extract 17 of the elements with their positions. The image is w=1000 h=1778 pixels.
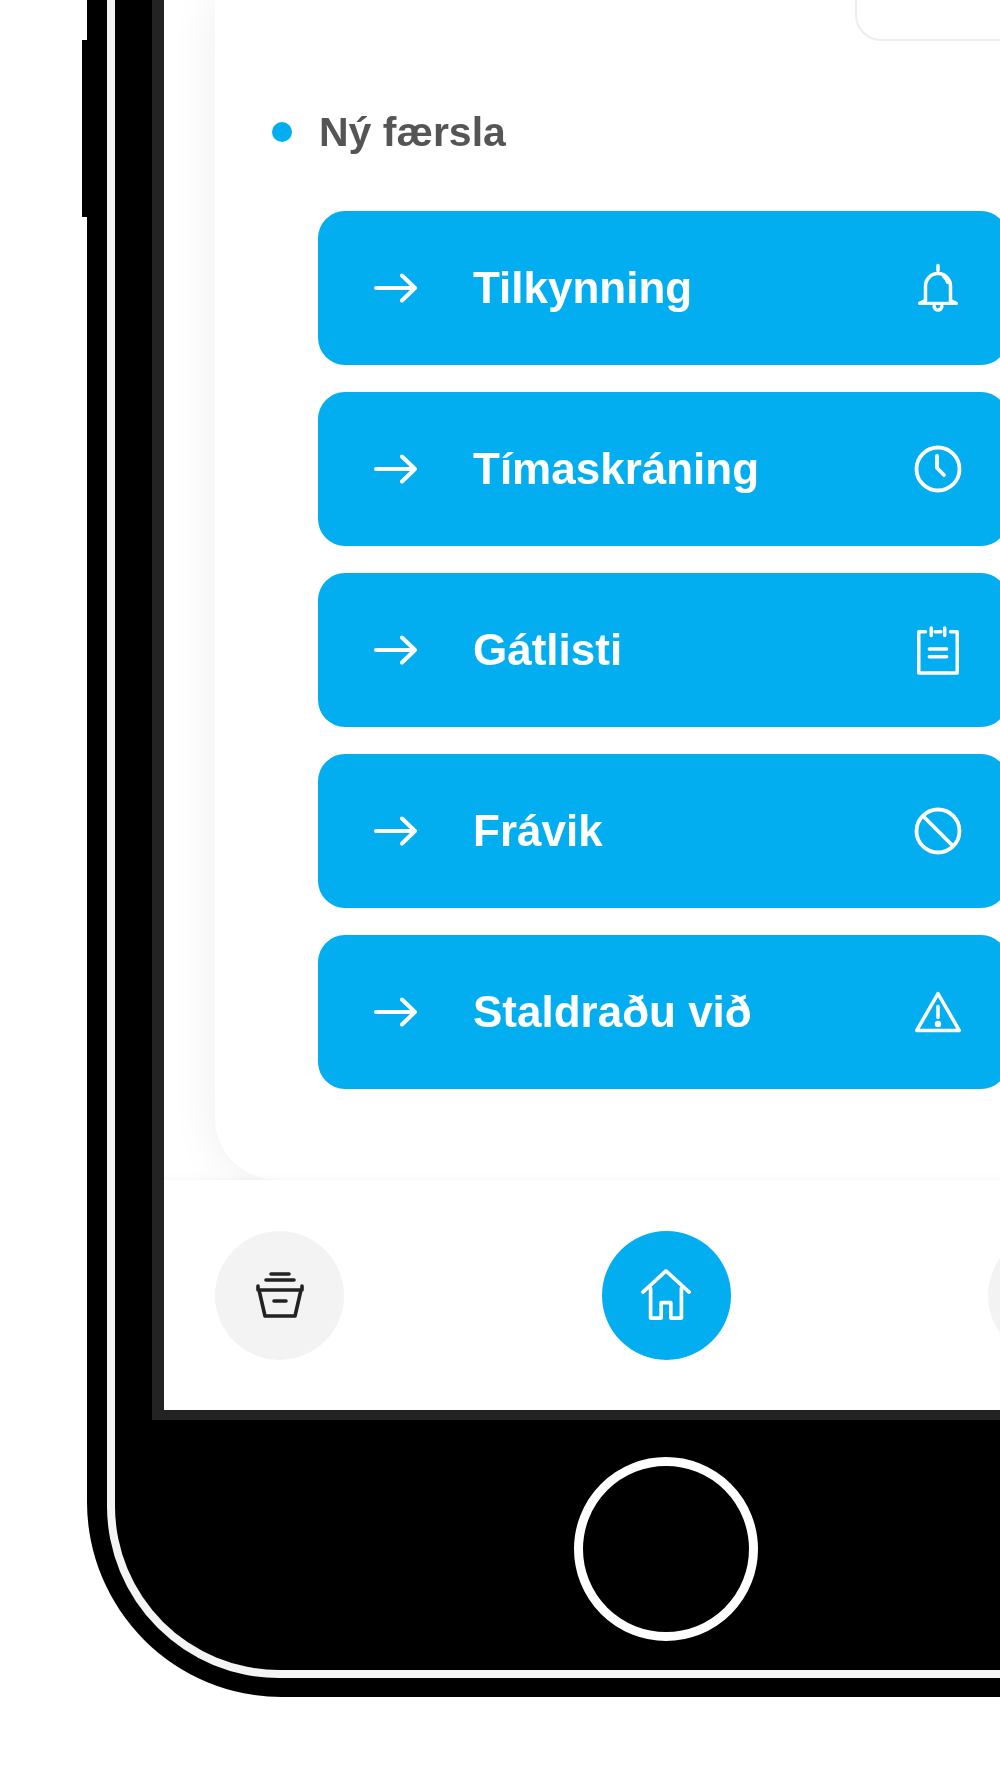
arrow-icon — [374, 635, 417, 665]
dot-icon — [272, 122, 292, 142]
home-icon — [640, 1269, 692, 1321]
section-title: Ný færsla — [319, 108, 506, 157]
clipboard-icon — [914, 625, 962, 675]
tray-icon — [253, 1269, 306, 1321]
arrow-icon — [374, 273, 417, 303]
action-button[interactable]: Frávik — [318, 754, 1000, 908]
arrow-icon — [374, 454, 417, 484]
prohibited-icon — [914, 806, 962, 856]
clock-icon — [914, 444, 962, 494]
action-button[interactable]: Tilkynning — [318, 211, 1000, 365]
arrow-icon — [374, 997, 417, 1027]
arrow-icon — [374, 816, 417, 846]
action-button[interactable]: Staldraðu við — [318, 935, 1000, 1089]
action-button[interactable]: Tímaskráning — [318, 392, 1000, 546]
action-button[interactable]: Gátlisti — [318, 573, 1000, 727]
